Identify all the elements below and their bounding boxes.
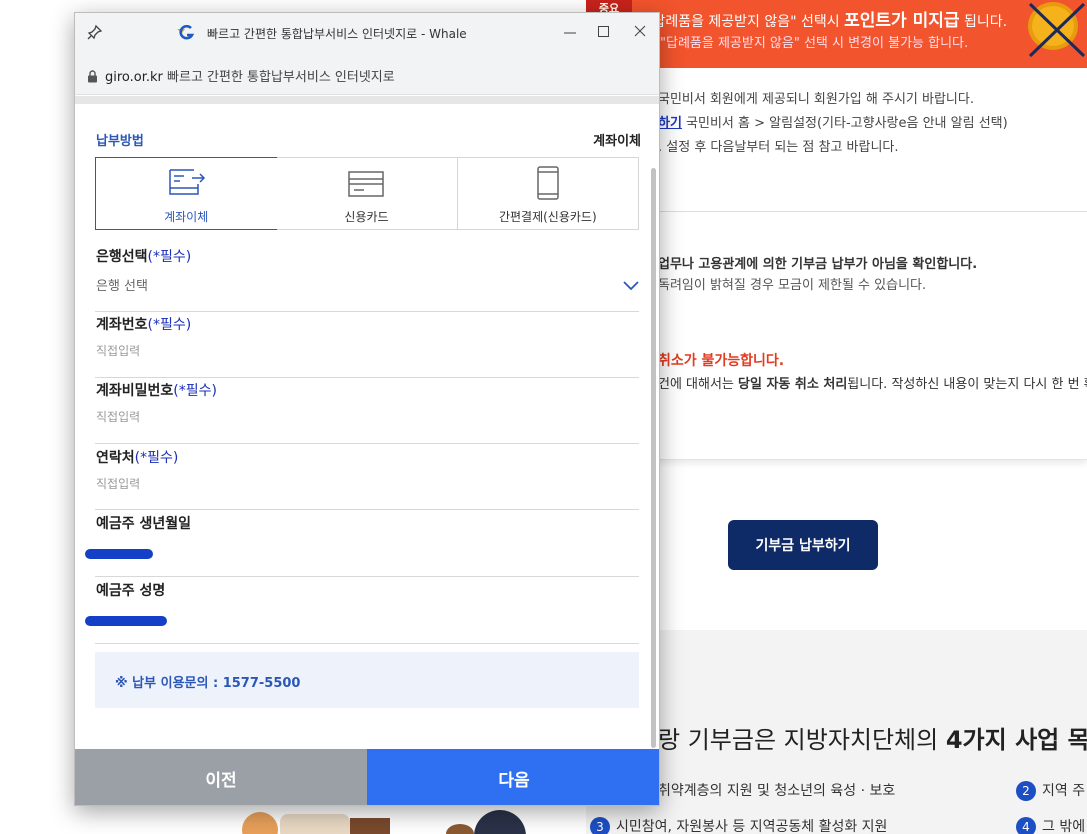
holder-birthdate-field[interactable]: 예금주 생년월일 xyxy=(85,513,639,577)
content-top-divider xyxy=(75,96,659,104)
contact-field: 연락처(*필수) xyxy=(95,447,639,510)
title-bar: 빠르고 간편한 통합납부서비스 인터넷지로 - Whale xyxy=(75,13,659,55)
account-number-label: 계좌번호(*필수) xyxy=(96,317,192,333)
pin-icon[interactable] xyxy=(87,24,103,44)
bank-select[interactable]: 은행 선택 xyxy=(96,275,148,294)
previous-button[interactable]: 이전 xyxy=(75,749,367,805)
project-item: 취약계층의 지원 및 청소년의 육성 · 보호 xyxy=(658,783,896,799)
payment-method-label: 납부방법 xyxy=(96,134,144,149)
reward-warning-banner: 중요 "답례품을 제공받지 않음" 선택시 포인트가 미지급 됩니다. "답례품… xyxy=(586,0,1087,68)
inquiry-info-box: ※ 납부 이용문의 : 1577-5500 xyxy=(95,652,639,708)
scrollbar[interactable] xyxy=(651,168,656,748)
holder-name-label: 예금주 성명 xyxy=(96,583,166,599)
holder-birthdate-label: 예금주 생년월일 xyxy=(96,516,192,532)
payment-popup-window: 빠르고 간편한 통합납부서비스 인터넷지로 - Whale giro.or.kr… xyxy=(74,12,660,806)
redacted-value xyxy=(85,616,167,626)
holder-name-field[interactable]: 예금주 성명 xyxy=(85,580,639,644)
project-item: 4그 밖에 xyxy=(1016,816,1085,834)
notification-notice: 국민비서 회원에게 제공되니 회원가입 해 주시기 바랍니다. 하기 국민비서 … xyxy=(586,68,1087,212)
bank-select-label: 은행선택(*필수) xyxy=(96,249,192,265)
banner-line-1: "답례품을 제공받지 않음" 선택시 포인트가 미지급 됩니다. xyxy=(646,11,1008,31)
close-icon[interactable] xyxy=(625,17,655,47)
payment-method-selector: 계좌이체 신용카드 간편결제(신용카드) xyxy=(95,157,639,230)
bank-select-field[interactable]: 은행선택(*필수) 은행 선택 xyxy=(95,246,639,312)
account-number-field: 계좌번호(*필수) xyxy=(95,314,639,378)
number-badge: 2 xyxy=(1016,781,1036,801)
bank-transfer-icon xyxy=(166,166,206,204)
account-password-input[interactable] xyxy=(96,410,616,424)
address-bar[interactable]: giro.or.kr 빠르고 간편한 통합납부서비스 인터넷지로 xyxy=(75,55,659,95)
no-points-coin-icon xyxy=(1028,2,1086,58)
notice-link[interactable]: 하기 xyxy=(658,116,682,131)
project-item: 3 시민참여, 자원봉사 등 지역공동체 활성화 지원 xyxy=(590,816,887,834)
banner-line-2: "답례품을 제공받지 않음" 선택 시 변경이 불가능 합니다. xyxy=(660,36,969,51)
account-password-label: 계좌비밀번호(*필수) xyxy=(96,383,217,399)
redacted-value xyxy=(85,549,153,559)
projects-heading: 랑 기부금은 지방자치단체의 4가지 사업 목 xyxy=(658,726,1087,754)
method-credit-card[interactable]: 신용카드 xyxy=(276,158,458,229)
account-password-field: 계좌비밀번호(*필수) xyxy=(95,380,639,444)
maximize-icon[interactable] xyxy=(589,17,619,47)
number-badge: 3 xyxy=(590,817,610,834)
window-title: 빠르고 간편한 통합납부서비스 인터넷지로 - Whale xyxy=(207,27,467,41)
credit-card-icon xyxy=(346,166,386,204)
giro-logo-icon xyxy=(175,24,195,45)
donate-button[interactable]: 기부금 납부하기 xyxy=(728,520,878,570)
payment-method-value: 계좌이체 xyxy=(593,134,641,149)
project-item: 2 지역 주 xyxy=(1016,780,1085,801)
confirmation-notice: 업무나 고용관계에 의한 기부금 납부가 아님을 확인합니다. 독려임이 밝혀질… xyxy=(586,213,1087,460)
method-simple-pay[interactable]: 간편결제(신용카드) xyxy=(457,158,638,229)
form-footer: 이전 다음 xyxy=(75,749,659,805)
lock-icon xyxy=(87,68,98,87)
minimize-icon[interactable] xyxy=(555,17,585,47)
number-badge: 4 xyxy=(1016,817,1036,834)
chevron-down-icon[interactable] xyxy=(623,276,639,295)
mobile-phone-icon xyxy=(528,166,568,204)
contact-label: 연락처(*필수) xyxy=(96,450,179,466)
projects-section: 랑 기부금은 지방자치단체의 4가지 사업 목 취약계층의 지원 및 청소년의 … xyxy=(586,630,1087,834)
next-button[interactable]: 다음 xyxy=(367,749,659,805)
contact-input[interactable] xyxy=(96,477,616,491)
payment-form: 납부방법 계좌이체 계좌이체 신용카드 간편결제(신용카드) 은행선택(*필수)… xyxy=(75,104,659,749)
inquiry-text: ※ 납부 이용문의 : 1577-5500 xyxy=(115,676,301,691)
method-bank-transfer[interactable]: 계좌이체 xyxy=(95,157,278,230)
url-text: giro.or.kr 빠르고 간편한 통합납부서비스 인터넷지로 xyxy=(105,70,395,85)
account-number-input[interactable] xyxy=(96,344,616,358)
